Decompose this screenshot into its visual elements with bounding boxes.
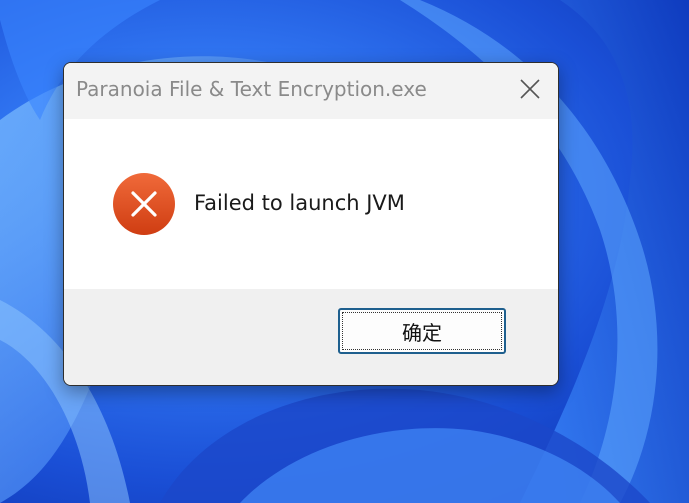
dialog-body: Failed to launch JVM	[64, 119, 558, 289]
title-bar[interactable]: Paranoia File & Text Encryption.exe	[64, 63, 558, 119]
ok-button[interactable]: 确定	[338, 308, 506, 354]
error-icon	[112, 172, 176, 236]
button-bar: 确定	[64, 289, 558, 385]
error-dialog: Paranoia File & Text Encryption.exe Fail…	[63, 62, 559, 386]
close-button[interactable]	[502, 63, 558, 119]
close-icon	[519, 78, 541, 104]
error-message: Failed to launch JVM	[194, 191, 405, 215]
window-title: Paranoia File & Text Encryption.exe	[76, 77, 427, 101]
